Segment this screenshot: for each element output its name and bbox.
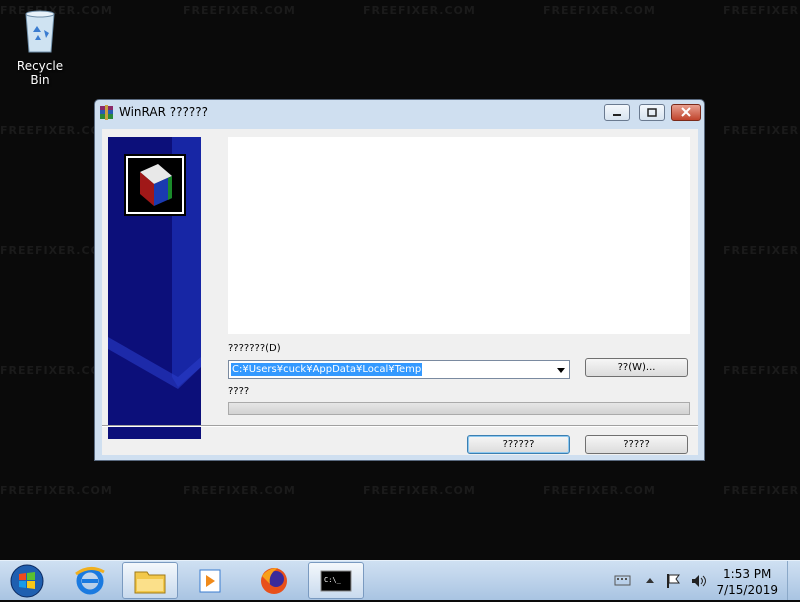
winrar-logo — [124, 154, 186, 216]
watermark: FREEFIXER.COM — [183, 484, 296, 497]
cancel-button[interactable]: ????? — [585, 435, 688, 454]
show-hidden-icons-icon[interactable] — [645, 573, 655, 587]
install-button[interactable]: ?????? — [467, 435, 570, 454]
minimize-button[interactable] — [604, 104, 630, 121]
progress-bar — [228, 402, 690, 415]
taskbar: C:\_ 1:53 PM 7/15/2019 — [0, 560, 800, 600]
watermark: FREEFIXER.COM — [723, 484, 800, 497]
recycle-bin-label: Recycle Bin — [16, 59, 64, 87]
installer-banner — [108, 137, 201, 439]
window-title: WinRAR ?????? — [119, 105, 208, 119]
browse-button[interactable]: ??(W)... — [585, 358, 688, 377]
close-icon — [681, 107, 691, 117]
separator — [102, 425, 698, 427]
watermark: FREEFIXER.COM — [723, 4, 800, 17]
winrar-icon — [100, 105, 113, 120]
minimize-icon — [613, 114, 621, 116]
internet-explorer-taskbar-item[interactable] — [62, 562, 118, 599]
watermark: FREEFIXER.COM — [183, 4, 296, 17]
firefox-taskbar-item[interactable] — [246, 562, 302, 599]
destination-label: ???????(D) — [228, 343, 281, 354]
book-icon — [140, 164, 172, 206]
destination-folder-combobox[interactable]: C:¥Users¥cuck¥AppData¥Local¥Temp — [228, 360, 570, 379]
file-explorer-icon — [134, 571, 166, 594]
show-desktop-button[interactable] — [787, 561, 800, 600]
start-button[interactable] — [6, 563, 48, 599]
system-clock[interactable]: 1:53 PM 7/15/2019 — [716, 566, 778, 598]
watermark: FREEFIXER.COM — [723, 244, 800, 257]
destination-folder-value: C:¥Users¥cuck¥AppData¥Local¥Temp — [231, 363, 423, 376]
action-center-flag-icon[interactable] — [665, 573, 681, 589]
media-player-taskbar-item[interactable] — [182, 562, 238, 599]
watermark: FREEFIXER.COM — [543, 484, 656, 497]
recycle-bin-shortcut[interactable]: Recycle Bin — [6, 6, 74, 87]
svg-text:C:\_: C:\_ — [324, 576, 342, 584]
file-explorer-taskbar-item[interactable] — [122, 562, 178, 599]
firefox-icon — [261, 568, 287, 594]
title-bar[interactable]: WinRAR ?????? — [95, 100, 704, 124]
media-player-icon — [199, 569, 221, 593]
watermark: FREEFIXER.COM — [723, 124, 800, 137]
watermark: FREEFIXER.COM — [0, 484, 113, 497]
info-panel — [228, 137, 690, 334]
maximize-button[interactable] — [639, 104, 665, 121]
watermark: FREEFIXER.COM — [363, 484, 476, 497]
maximize-icon — [647, 108, 657, 117]
clock-time: 1:53 PM — [723, 567, 772, 581]
keyboard-icon[interactable] — [614, 573, 632, 587]
chevron-down-icon[interactable] — [557, 368, 565, 373]
winrar-installer-window: WinRAR ?????? ???????(D) C:¥Users¥cuck¥A… — [94, 99, 705, 461]
watermark: FREEFIXER.COM — [363, 4, 476, 17]
watermark: FREEFIXER.COM — [723, 364, 800, 377]
volume-icon[interactable] — [690, 573, 708, 589]
dialog-client-area: ???????(D) C:¥Users¥cuck¥AppData¥Local¥T… — [102, 129, 698, 455]
windows-logo-icon — [10, 564, 44, 598]
command-prompt-icon: C:\_ — [320, 570, 352, 592]
progress-label: ???? — [228, 386, 250, 397]
close-button[interactable] — [671, 104, 701, 121]
clock-date: 7/15/2019 — [716, 583, 778, 597]
recycle-bin-icon — [25, 10, 55, 53]
internet-explorer-icon — [75, 567, 105, 595]
command-prompt-taskbar-item[interactable]: C:\_ — [308, 562, 364, 599]
watermark: FREEFIXER.COM — [543, 4, 656, 17]
